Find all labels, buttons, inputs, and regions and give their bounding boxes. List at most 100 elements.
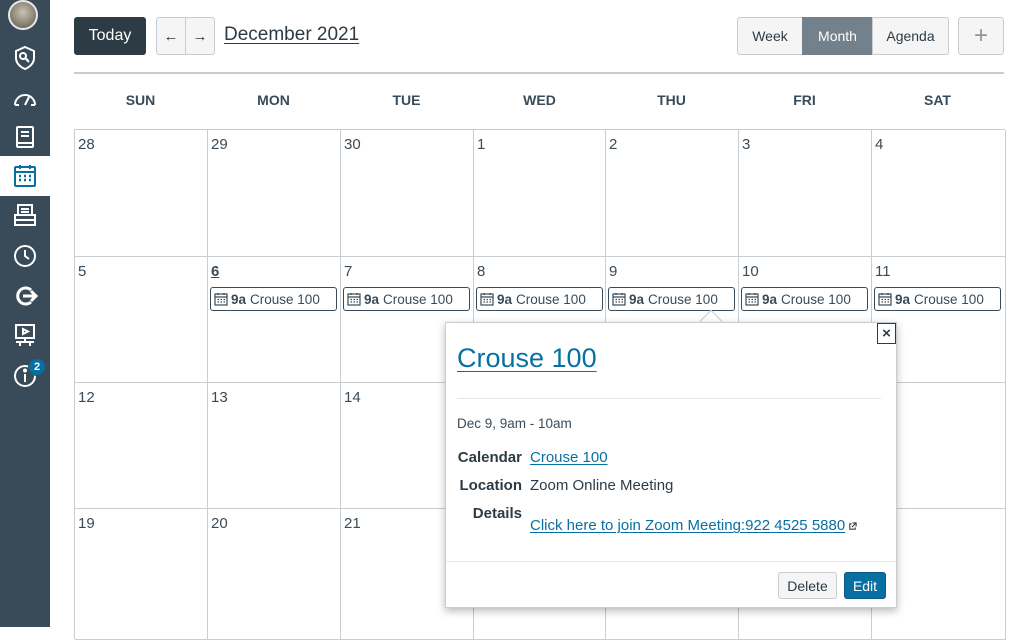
popover-footer-divider: [446, 561, 896, 562]
day-number[interactable]: 5: [78, 263, 86, 280]
add-event-button[interactable]: +: [958, 17, 1004, 55]
event-time: 9a: [762, 291, 778, 307]
day-number[interactable]: 3: [742, 136, 750, 153]
inbox-nav-item[interactable]: [0, 195, 50, 235]
event-title: Crouse 100: [781, 291, 851, 307]
location-value: Zoom Online Meeting: [530, 477, 674, 494]
day-cell[interactable]: 13: [208, 383, 341, 509]
day-cell[interactable]: 3: [739, 130, 872, 257]
weekday-header: SUN: [125, 92, 156, 108]
event-title: Crouse 100: [250, 291, 320, 307]
event-date-range: Dec 9, 9am - 10am: [457, 416, 572, 431]
weekday-header: WED: [523, 92, 556, 108]
day-number[interactable]: 29: [211, 136, 228, 153]
day-number[interactable]: 20: [211, 515, 228, 532]
calendar-nav-item[interactable]: [0, 156, 50, 196]
location-label: Location: [459, 477, 523, 494]
details-label: Details: [472, 505, 522, 522]
day-number[interactable]: 8: [477, 263, 485, 280]
weekday-header: MON: [257, 92, 290, 108]
commons-icon: [16, 286, 39, 306]
day-cell[interactable]: 29: [208, 130, 341, 257]
day-number[interactable]: 11: [875, 263, 891, 280]
day-number[interactable]: 4: [875, 136, 883, 153]
event-details-popover: × Crouse 100 Dec 9, 9am - 10am Calendar …: [445, 322, 897, 608]
zoom-meeting-link[interactable]: Click here to join Zoom Meeting:922 4525…: [530, 517, 845, 534]
account-avatar[interactable]: [8, 0, 38, 30]
commons-nav-item[interactable]: [0, 276, 50, 316]
event-title: Crouse 100: [914, 291, 984, 307]
day-number[interactable]: 1: [477, 136, 485, 153]
event-title-link[interactable]: Crouse 100: [457, 343, 597, 374]
day-cell[interactable]: 6 9a Crouse 100: [208, 257, 341, 383]
event-calendar-icon: [612, 293, 626, 306]
studio-icon: [15, 324, 35, 346]
event-time: 9a: [231, 291, 247, 307]
weekday-header: FRI: [793, 92, 816, 108]
day-number[interactable]: 30: [344, 136, 361, 153]
day-cell[interactable]: 5: [75, 257, 208, 383]
day-cell[interactable]: 30: [341, 130, 474, 257]
dashboard-nav-item[interactable]: [0, 79, 50, 119]
event-title: Crouse 100: [383, 291, 453, 307]
close-popover-button[interactable]: ×: [877, 323, 896, 344]
event-time: 9a: [629, 291, 645, 307]
day-cell[interactable]: 4: [872, 130, 1006, 257]
event-title: Crouse 100: [516, 291, 586, 307]
calendar-event[interactable]: 9a Crouse 100: [210, 287, 337, 311]
day-number[interactable]: 10: [742, 263, 759, 280]
day-cell[interactable]: 2: [606, 130, 739, 257]
previous-month-button[interactable]: ←: [156, 17, 186, 55]
month-title[interactable]: December 2021: [224, 24, 359, 46]
day-number[interactable]: 12: [78, 389, 95, 406]
day-number[interactable]: 13: [211, 389, 228, 406]
day-number[interactable]: 9: [609, 263, 617, 280]
day-cell[interactable]: 28: [75, 130, 208, 257]
event-time: 9a: [364, 291, 380, 307]
event-calendar-icon: [214, 293, 228, 306]
day-number[interactable]: 14: [344, 389, 361, 406]
month-view-button[interactable]: Month: [802, 17, 873, 55]
day-number[interactable]: 2: [609, 136, 617, 153]
calendar-event[interactable]: 9a Crouse 100: [476, 287, 603, 311]
event-time: 9a: [895, 291, 911, 307]
help-notification-badge: 2: [28, 358, 46, 376]
event-calendar-icon: [347, 293, 361, 306]
weekday-header: SAT: [924, 92, 951, 108]
day-number[interactable]: 19: [78, 515, 95, 532]
weekday-header: THU: [657, 92, 686, 108]
dashboard-icon: [14, 94, 36, 106]
day-cell[interactable]: 1: [474, 130, 606, 257]
day-number[interactable]: 7: [344, 263, 352, 280]
calendar-event[interactable]: 9a Crouse 100: [608, 287, 735, 311]
calendar-link[interactable]: Crouse 100: [530, 449, 608, 466]
week-view-button[interactable]: Week: [737, 17, 803, 55]
day-cell[interactable]: 12: [75, 383, 208, 509]
courses-nav-item[interactable]: [0, 117, 50, 157]
day-number[interactable]: 21: [344, 515, 361, 532]
history-nav-item[interactable]: [0, 236, 50, 276]
calendar-label: Calendar: [457, 449, 522, 466]
popover-divider: [457, 398, 881, 399]
event-title: Crouse 100: [648, 291, 718, 307]
studio-nav-item[interactable]: [0, 315, 50, 355]
delete-event-button[interactable]: Delete: [778, 572, 837, 599]
header-divider: [74, 72, 1004, 74]
day-number[interactable]: 28: [78, 136, 95, 153]
admin-icon: [15, 45, 35, 71]
admin-nav-item[interactable]: [0, 38, 50, 78]
day-cell[interactable]: 19: [75, 509, 208, 640]
day-cell[interactable]: 20: [208, 509, 341, 640]
calendar-event[interactable]: 9a Crouse 100: [343, 287, 470, 311]
event-calendar-icon: [878, 293, 892, 306]
calendar-event[interactable]: 9a Crouse 100: [874, 287, 1001, 311]
next-month-button[interactable]: →: [185, 17, 215, 55]
agenda-view-button[interactable]: Agenda: [872, 17, 949, 55]
day-number[interactable]: 6: [211, 263, 219, 280]
edit-event-button[interactable]: Edit: [844, 572, 886, 599]
event-calendar-icon: [480, 293, 494, 306]
calendar-event[interactable]: 9a Crouse 100: [741, 287, 868, 311]
external-link-icon: [849, 522, 857, 530]
details-value: Click here to join Zoom Meeting:922 4525…: [530, 517, 857, 534]
today-button[interactable]: Today: [74, 17, 146, 55]
